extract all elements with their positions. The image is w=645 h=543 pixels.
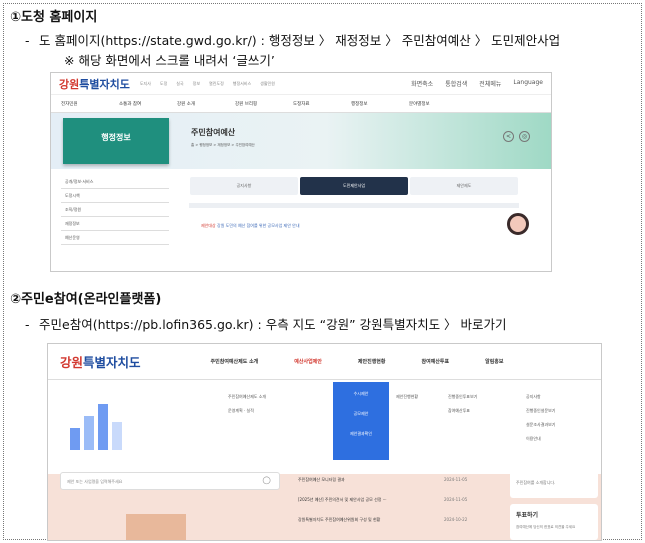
- sidebar-item[interactable]: 재정정보: [61, 217, 169, 231]
- mega-item[interactable]: 이용안내: [526, 432, 555, 446]
- dropdown-item-contest[interactable]: 공모제안: [333, 406, 389, 422]
- search-icon[interactable]: ○: [262, 474, 271, 488]
- platform-nav-item[interactable]: 참여예산투표: [422, 358, 450, 365]
- top-menu-item[interactable]: 행정서비스: [233, 81, 251, 87]
- info-line: 제안대상 강원 도민의 예산 참여를 위한 공모사업 제안 안내: [201, 223, 300, 228]
- section2-path-text: 주민e참여(https://pb.lofin365.go.kr) : 우측 지도…: [39, 317, 507, 332]
- proposal-dropdown: 수시제안 공모제안 제안결과확인: [333, 382, 389, 460]
- mega-col-status: 제안진행현황: [396, 390, 418, 404]
- content-tabs: 공지사항 도민제안사업 제안제도: [189, 177, 519, 195]
- sidebar-item[interactable]: 도정시책: [61, 189, 169, 203]
- homepage-main-nav: 전자민원 소통과 참여 강원 소개 강원 브리핑 도정자료 행정정보 분야별정보: [51, 95, 551, 113]
- mega-item[interactable]: 운영계획 · 실적: [228, 404, 266, 418]
- mega-col-intro: 주민참여예산제도 소개 운영계획 · 실적: [228, 390, 266, 418]
- platform-nav-item[interactable]: 알림홍보: [485, 358, 503, 365]
- notice-date: 2024-10-22: [444, 517, 468, 522]
- top-menu-item[interactable]: 열린도정: [209, 81, 224, 87]
- illustration-bar: [98, 404, 108, 450]
- tab-system[interactable]: 제안제도: [410, 177, 518, 195]
- notice-date: 2024-11-05: [444, 477, 468, 482]
- mega-item[interactable]: 주민참여예산제도 소개: [228, 390, 266, 404]
- section1-note: ※ 해당 화면에서 스크롤 내려서 ‘글쓰기’: [64, 53, 275, 68]
- platform-header: 강원특별자치도 주민참여예산제도 소개 예산사업제안 제안진행현황 참여예산투표…: [48, 344, 601, 380]
- hero-badge: 행정정보: [63, 118, 169, 164]
- platform-nav-item[interactable]: 제안진행현황: [358, 358, 386, 365]
- globe-icon[interactable]: Language: [513, 79, 543, 88]
- zoom-icon[interactable]: 화면축소: [411, 79, 433, 88]
- notice-dates: 2024-11-05 2024-11-05 2024-10-22: [444, 470, 467, 530]
- section1-path: -도 홈페이지(https://state.gwd.go.kr/) : 행정정보…: [25, 33, 561, 48]
- nav-item[interactable]: 도정자료: [293, 101, 351, 107]
- top-menu-item[interactable]: 도정: [160, 81, 167, 87]
- platform-screenshot: 강원특별자치도 주민참여예산제도 소개 예산사업제안 제안진행현황 참여예산투표…: [47, 343, 602, 541]
- nav-item[interactable]: 분야별정보: [409, 101, 467, 107]
- menu-icon[interactable]: 전체메뉴: [479, 79, 501, 88]
- parcel-illustration: [126, 514, 186, 540]
- top-menu-item[interactable]: 도지사: [140, 81, 151, 87]
- tab-notice[interactable]: 공지사항: [190, 177, 298, 195]
- vote-card-subtitle: 참여예산에 당신의 한표로 의견을 주세요: [516, 525, 576, 529]
- top-menu-item[interactable]: 정보: [193, 81, 200, 87]
- section2-path: - 주민e참여(https://pb.lofin365.go.kr) : 우측 지…: [25, 317, 507, 332]
- intro-card[interactable]: 주민참여를 소개합니다.: [510, 470, 598, 498]
- sidebar-item[interactable]: 공개/정보·서비스: [61, 175, 169, 189]
- character-illustration: [507, 213, 529, 235]
- sidebar-item[interactable]: 조직/정원: [61, 203, 169, 217]
- search-input[interactable]: 제안 또는 사업명을 입력해주세요 ○: [60, 472, 280, 490]
- sidebar-item[interactable]: 예산운영: [61, 231, 169, 245]
- notice-list: 주민참여예산 모니터링 결과 [2025년 예산] 주민의견서 및 제안사업 공…: [298, 470, 387, 530]
- notice-item[interactable]: [2025년 예산] 주민의견서 및 제안사업 공모 선정 ···: [298, 490, 387, 510]
- platform-nav-item[interactable]: 주민참여예산제도 소개: [211, 358, 259, 365]
- vote-card[interactable]: 투표하기 참여예산에 당신의 한표로 의견을 주세요: [510, 504, 598, 540]
- search-icon[interactable]: 통합검색: [445, 79, 467, 88]
- tab-proposal[interactable]: 도민제안사업: [300, 177, 408, 195]
- mega-item[interactable]: 설문조사결과보기: [526, 418, 555, 432]
- homepage-body: 공개/정보·서비스 도정시책 조직/정원 재정정보 예산운영 공지사항 도민제안…: [51, 169, 551, 269]
- divider: [189, 203, 519, 208]
- top-menu-item[interactable]: 실국: [176, 81, 183, 87]
- homepage-hero: 행정정보 주민참여예산 홈 > 행정정보 > 재정정보 > 주민참여예산 < ◎: [51, 113, 551, 169]
- platform-logo[interactable]: 강원특별자치도: [60, 352, 141, 371]
- section1-path-text: 도 홈페이지(https://state.gwd.go.kr/) : 행정정보 …: [39, 33, 561, 48]
- breadcrumb: 홈 > 행정정보 > 재정정보 > 주민참여예산: [191, 143, 255, 147]
- illustration-bar: [112, 422, 122, 450]
- homepage-utility-icons: 화면축소 통합검색 전체메뉴 Language: [411, 79, 543, 88]
- mega-item[interactable]: 진행중인설문보기: [526, 404, 555, 418]
- platform-nav-item-active[interactable]: 예산사업제안: [294, 358, 322, 365]
- notice-date: 2024-11-05: [444, 497, 468, 502]
- notice-item[interactable]: 주민참여예산 모니터링 결과: [298, 470, 387, 490]
- platform-nav: 주민참여예산제도 소개 예산사업제안 제안진행현황 참여예산투표 알림홍보: [211, 358, 540, 365]
- section2-heading: ②주민e참여(온라인플랫폼): [10, 292, 162, 307]
- notice-item[interactable]: 강원특별자치도 주민참여예산위원회 구성 및 현황: [298, 510, 387, 530]
- homepage-top-menu: 도지사 도정 실국 정보 열린도정 행정서비스 생활민원: [140, 81, 275, 87]
- nav-item[interactable]: 전자민원: [61, 101, 119, 107]
- section1-heading: ①도청 홈페이지: [10, 10, 98, 25]
- nav-item[interactable]: 강원 브리핑: [235, 101, 293, 107]
- sidebar: 공개/정보·서비스 도정시책 조직/정원 재정정보 예산운영: [61, 175, 169, 245]
- mega-col-notice: 공지사항 진행중인설문보기 설문조사결과보기 이용안내: [526, 390, 555, 446]
- homepage-screenshot: 강원특별자치도 도지사 도정 실국 정보 열린도정 행정서비스 생활민원 화면축…: [50, 72, 552, 272]
- chart-illustration: [62, 392, 152, 450]
- mega-item[interactable]: 참여예산투표: [448, 404, 477, 418]
- share-icon[interactable]: <: [503, 131, 514, 142]
- nav-item[interactable]: 강원 소개: [177, 101, 235, 107]
- mega-item[interactable]: 공지사항: [526, 390, 555, 404]
- mega-item[interactable]: 제안진행현황: [396, 390, 418, 404]
- mega-item[interactable]: 진행중인투표보기: [448, 390, 477, 404]
- homepage-topbar: 강원특별자치도 도지사 도정 실국 정보 열린도정 행정서비스 생활민원 화면축…: [51, 73, 551, 95]
- illustration-bar: [70, 428, 80, 450]
- print-icon[interactable]: ◎: [519, 131, 530, 142]
- hero-title: 주민참여예산: [191, 128, 236, 137]
- homepage-logo[interactable]: 강원특별자치도: [59, 76, 130, 92]
- dropdown-item-result[interactable]: 제안결과확인: [333, 426, 389, 442]
- mega-col-vote: 진행중인투표보기 참여예산투표: [448, 390, 477, 418]
- top-menu-item[interactable]: 생활민원: [260, 81, 275, 87]
- dropdown-item-anytime[interactable]: 수시제안: [333, 386, 389, 402]
- vote-card-title: 투표하기: [516, 512, 539, 519]
- nav-item[interactable]: 소통과 참여: [119, 101, 177, 107]
- nav-item[interactable]: 행정정보: [351, 101, 409, 107]
- illustration-bar: [84, 416, 94, 450]
